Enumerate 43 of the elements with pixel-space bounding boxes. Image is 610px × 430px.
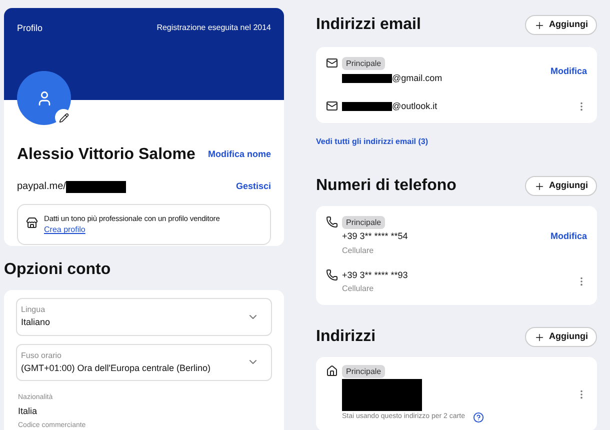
- add-button[interactable]: Aggiungi: [525, 327, 597, 347]
- redaction-bar: [342, 102, 392, 111]
- section-title: Indirizzi email: [316, 15, 421, 35]
- primary-badge: Principale: [342, 57, 386, 70]
- primary-badge: Principale: [342, 216, 386, 229]
- edit-link[interactable]: Modifica: [550, 64, 587, 78]
- manage-link[interactable]: Gestisci: [236, 180, 271, 194]
- phone-number: +39 3** **** **93: [342, 268, 408, 282]
- house-icon: [326, 365, 338, 377]
- dropdown-field[interactable]: Lingua Italiano: [16, 298, 272, 336]
- section-title: Indirizzi: [316, 327, 376, 347]
- phone-type: Cellulare: [342, 283, 375, 295]
- section-title: Opzioni conto: [4, 260, 112, 280]
- see-all-emails-link[interactable]: Vedi tutti gli indirizzi email (3): [316, 136, 597, 148]
- phone-type: Cellulare: [342, 244, 375, 256]
- add-button[interactable]: Aggiungi: [525, 15, 597, 35]
- create-profile-link[interactable]: Crea profilo: [44, 224, 220, 236]
- phone-icon: [326, 268, 338, 280]
- help-icon[interactable]: [472, 412, 484, 423]
- envelope-icon: [326, 57, 338, 69]
- redaction-bar: [66, 180, 126, 192]
- profile-label: Profilo: [17, 22, 43, 35]
- primary-badge: Principale: [342, 365, 386, 378]
- field-value: Italia: [18, 406, 38, 417]
- add-button[interactable]: Aggiungi: [525, 176, 597, 196]
- pencil-icon: [58, 112, 68, 122]
- plus-icon: [534, 180, 545, 192]
- email-address: @outlook.it: [392, 100, 438, 112]
- phone-icon: [326, 216, 338, 228]
- email-address: @gmail.com: [392, 72, 442, 85]
- envelope-icon: [326, 100, 338, 112]
- edit-link[interactable]: Modifica: [550, 230, 587, 243]
- section-title: Numeri di telefono: [316, 176, 456, 196]
- dropdown-field[interactable]: Fuso orario (GMT+01:00) Ora dell'Europa centrale (Berlino): [16, 344, 272, 381]
- redaction-bar: [342, 74, 392, 84]
- registration-note: Registrazione eseguita nel 2014: [156, 22, 271, 34]
- avatar[interactable]: [17, 71, 71, 125]
- store-icon: [26, 217, 38, 229]
- plus-icon: [534, 332, 545, 342]
- profile-name: Alessio Vittorio Salome: [17, 145, 196, 165]
- edit-link[interactable]: Modifica nome: [208, 148, 271, 162]
- phone-number: +39 3** **** **54: [342, 230, 408, 243]
- plus-icon: [534, 20, 545, 30]
